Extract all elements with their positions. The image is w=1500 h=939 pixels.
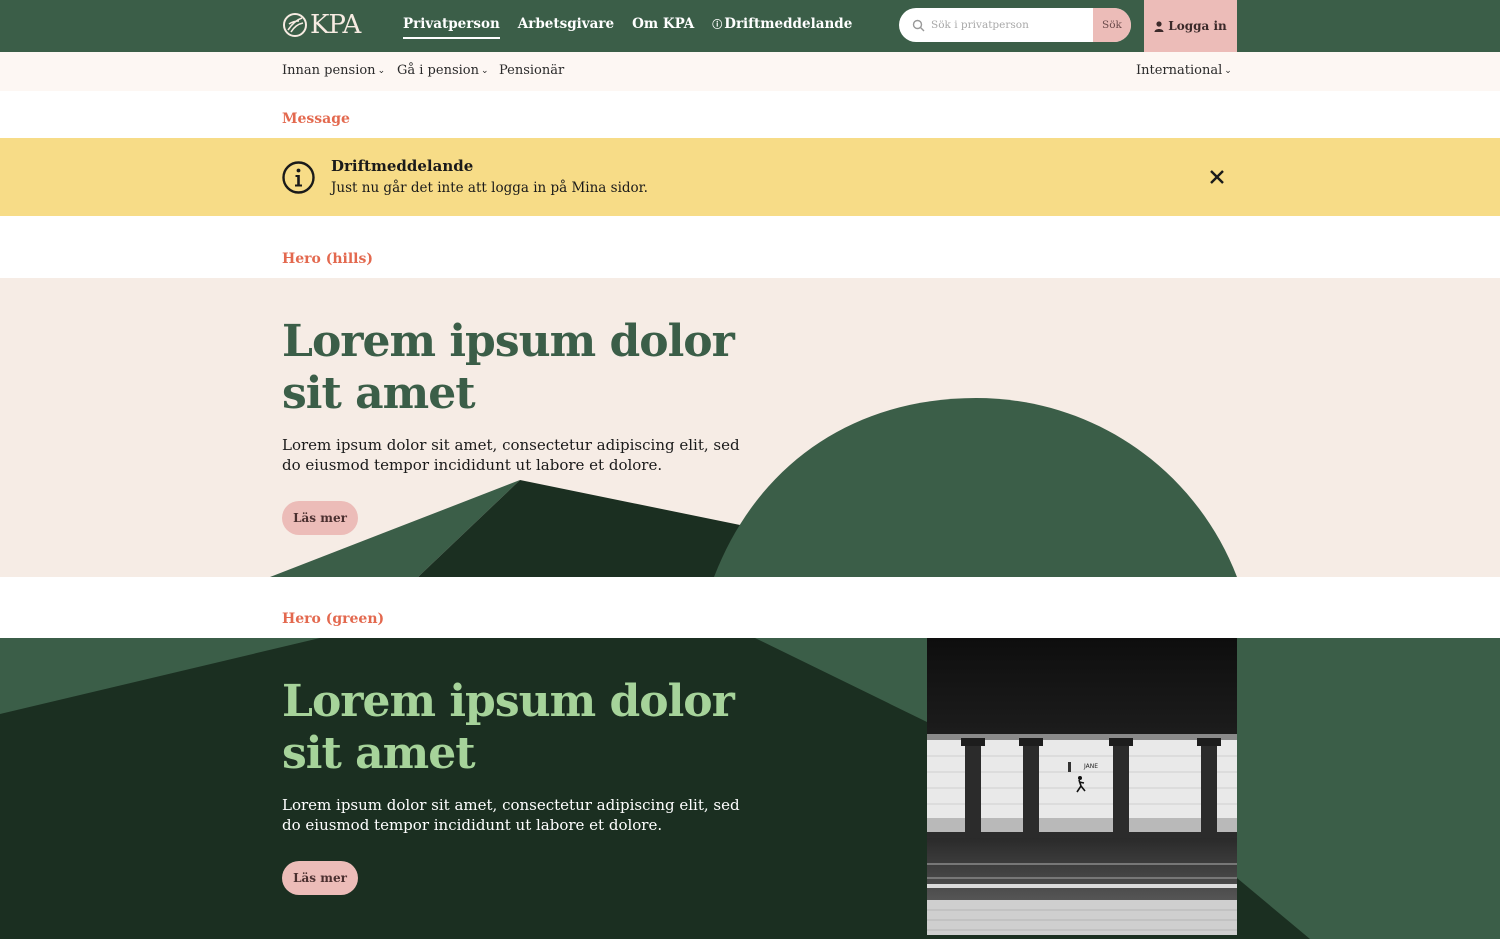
user-icon: [1154, 20, 1164, 32]
nav-driftmeddelande-label: Driftmeddelande: [724, 16, 853, 32]
photo-sign-text: JANE: [1083, 763, 1098, 770]
section-label-message: Message: [282, 111, 350, 127]
hero-hills-text: Lorem ipsum dolor sit amet, consectetur …: [282, 436, 740, 474]
chevron-down-icon: ⌄: [377, 66, 386, 76]
search-bar: Sök: [899, 8, 1131, 42]
chevron-down-icon: ⌄: [1224, 66, 1232, 76]
kpa-logo-icon: [283, 13, 307, 37]
login-button[interactable]: Logga in: [1144, 0, 1237, 52]
nav-arbetsgivare[interactable]: Arbetsgivare: [518, 14, 614, 39]
nav-om-kpa[interactable]: Om KPA: [632, 14, 694, 39]
section-label-hero-green: Hero (green): [282, 611, 385, 627]
hero-hills-title: Lorem ipsum dolor sit amet: [282, 316, 735, 419]
info-icon: ⓘ: [712, 20, 723, 31]
section-label-hero-hills: Hero (hills): [282, 251, 373, 267]
kpa-logo[interactable]: KPA: [282, 10, 361, 40]
sub-nav: Innan pension ⌄ Gå i pension ⌄ Pensionär I…: [0, 52, 1500, 91]
subway-photo: JANE: [927, 638, 1237, 935]
subnav-pensionar[interactable]: Pensionär: [499, 63, 564, 78]
hero-hills-read-more-button[interactable]: Läs mer: [282, 501, 358, 535]
subnav-international[interactable]: International ⌄: [1136, 63, 1232, 78]
top-bar: KPA Privatperson Arbetsgivare Om KPA ⓘ Dr…: [0, 0, 1500, 52]
search-input[interactable]: [929, 8, 1093, 42]
subnav-international-label: International: [1136, 63, 1223, 78]
nav-driftmeddelande[interactable]: ⓘ Driftmeddelande: [712, 14, 852, 39]
nav-privatperson[interactable]: Privatperson: [403, 14, 500, 39]
hero-green-title: Lorem ipsum dolor sit amet: [282, 676, 735, 779]
search-button[interactable]: Sök: [1093, 8, 1131, 42]
close-icon[interactable]: [1206, 166, 1228, 188]
hero-green-text: Lorem ipsum dolor sit amet, consectetur …: [282, 796, 740, 834]
logo-text: KPA: [310, 10, 361, 40]
chevron-down-icon: ⌄: [480, 66, 489, 76]
subnav-innan-pension[interactable]: Innan pension ⌄: [282, 63, 385, 78]
login-label: Logga in: [1168, 19, 1227, 33]
info-icon: [282, 161, 315, 194]
subnav-innan-pension-label: Innan pension: [282, 63, 376, 78]
subnav-ga-i-pension-label: Gå i pension: [397, 63, 479, 78]
main-nav: Privatperson Arbetsgivare Om KPA ⓘ Driftm…: [403, 14, 852, 39]
message-title: Driftmeddelande: [331, 157, 474, 175]
search-icon: [899, 8, 929, 42]
subnav-ga-i-pension[interactable]: Gå i pension ⌄: [397, 63, 489, 78]
hero-green-read-more-button[interactable]: Läs mer: [282, 861, 358, 895]
message-text: Just nu går det inte att logga in på Min…: [331, 180, 648, 196]
message-banner: [0, 138, 1500, 216]
